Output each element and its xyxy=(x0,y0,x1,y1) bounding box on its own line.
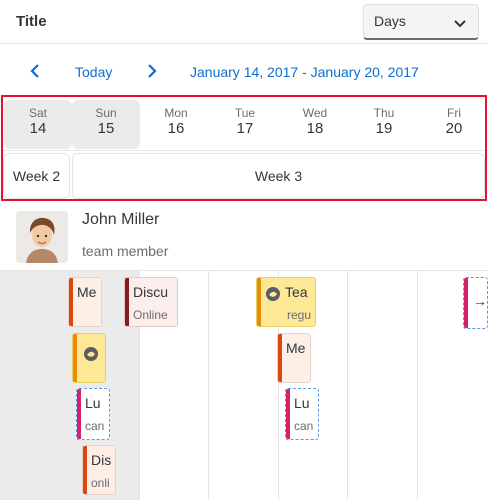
day-name: Tue xyxy=(234,106,256,120)
divider xyxy=(3,150,485,151)
appointment-title: Lu xyxy=(294,395,310,411)
day-number: 18 xyxy=(306,120,324,137)
view-select[interactable]: Days xyxy=(363,4,479,40)
day-thu[interactable]: Thu 19 xyxy=(350,100,418,149)
day-number: 15 xyxy=(97,120,115,137)
appointment[interactable]: Me xyxy=(68,277,102,327)
appointment[interactable]: Dis onli xyxy=(82,445,116,495)
appointment-overflow[interactable]: → xyxy=(463,277,488,329)
avatar xyxy=(16,211,68,263)
person-role: team member xyxy=(82,243,169,259)
next-arrow-icon[interactable] xyxy=(147,64,157,83)
day-number: 19 xyxy=(375,120,393,137)
day-wed[interactable]: Wed 18 xyxy=(281,100,349,149)
day-name: Sat xyxy=(28,106,47,120)
appointment-color-bar xyxy=(278,334,282,382)
calendar-header: Title Days xyxy=(0,0,488,44)
week-2-cell[interactable]: Week 2 xyxy=(3,153,70,199)
calendar-grid: Me Discu Online Tea regu → Me Lu can Lu … xyxy=(0,270,488,500)
appointment-title: Me xyxy=(77,284,97,300)
appointment-subtitle: regu xyxy=(287,308,312,322)
chevron-down-icon xyxy=(454,16,466,34)
date-navigation: Today January 14, 2017 - January 20, 201… xyxy=(0,52,488,92)
day-name: Fri xyxy=(447,106,461,120)
appointment-title: Discu xyxy=(133,284,169,300)
day-number: 16 xyxy=(167,120,185,137)
page-title: Title xyxy=(16,13,47,30)
date-range-link[interactable]: January 14, 2017 - January 20, 2017 xyxy=(190,64,419,80)
day-number: 14 xyxy=(29,120,47,137)
appointment[interactable]: Lu can xyxy=(285,388,319,440)
day-fri[interactable]: Fri 20 xyxy=(420,100,488,149)
appointment-title: Me xyxy=(286,340,306,356)
appointment-title: Lu xyxy=(85,395,101,411)
day-week-header: Sat 14 Sun 15 Mon 16 Tue 17 Wed 18 Thu 1… xyxy=(1,95,487,201)
appointment-subtitle: Online xyxy=(133,308,168,322)
day-number: 20 xyxy=(445,120,463,137)
appointment-color-bar xyxy=(257,278,261,326)
appointment-color-bar xyxy=(69,278,73,326)
day-name: Thu xyxy=(373,106,395,120)
previous-arrow-icon[interactable] xyxy=(30,64,40,83)
column-thu[interactable] xyxy=(348,271,418,500)
appointment-subtitle: onli xyxy=(91,476,110,490)
appointment-color-bar xyxy=(73,334,77,382)
day-name: Mon xyxy=(164,106,188,120)
view-select-value: Days xyxy=(374,13,406,29)
appointment[interactable]: Me xyxy=(277,333,311,383)
person-name: John Miller xyxy=(82,211,160,228)
day-mon[interactable]: Mon 16 xyxy=(142,100,210,149)
appointment-subtitle: can xyxy=(85,419,105,433)
appointment-color-bar xyxy=(286,389,290,439)
appointment-color-bar xyxy=(464,278,468,328)
appointment-color-bar xyxy=(83,446,87,494)
week-3-cell[interactable]: Week 3 xyxy=(72,153,485,199)
appointment-title: Tea xyxy=(285,284,308,300)
appointment[interactable] xyxy=(72,333,106,383)
appointment-title: Dis xyxy=(91,452,112,468)
today-button[interactable]: Today xyxy=(75,64,112,80)
day-name: Wed xyxy=(302,106,328,120)
appointment[interactable]: Tea regu xyxy=(256,277,316,327)
appointment[interactable]: Lu can xyxy=(76,388,110,440)
day-sat[interactable]: Sat 14 xyxy=(4,100,72,149)
appointment-color-bar xyxy=(125,278,129,326)
arrow-right-icon: → xyxy=(473,293,487,309)
day-sun[interactable]: Sun 15 xyxy=(72,100,140,149)
globe-icon xyxy=(265,286,281,305)
days-row: Sat 14 Sun 15 Mon 16 Tue 17 Wed 18 Thu 1… xyxy=(3,97,485,150)
appointment[interactable]: Discu Online xyxy=(124,277,178,327)
appointment-color-bar xyxy=(77,389,81,439)
day-number: 17 xyxy=(236,120,254,137)
day-name: Sun xyxy=(95,106,117,120)
globe-icon xyxy=(83,346,99,365)
column-sat[interactable] xyxy=(0,271,70,500)
day-tue[interactable]: Tue 17 xyxy=(211,100,279,149)
appointment-subtitle: can xyxy=(294,419,314,433)
